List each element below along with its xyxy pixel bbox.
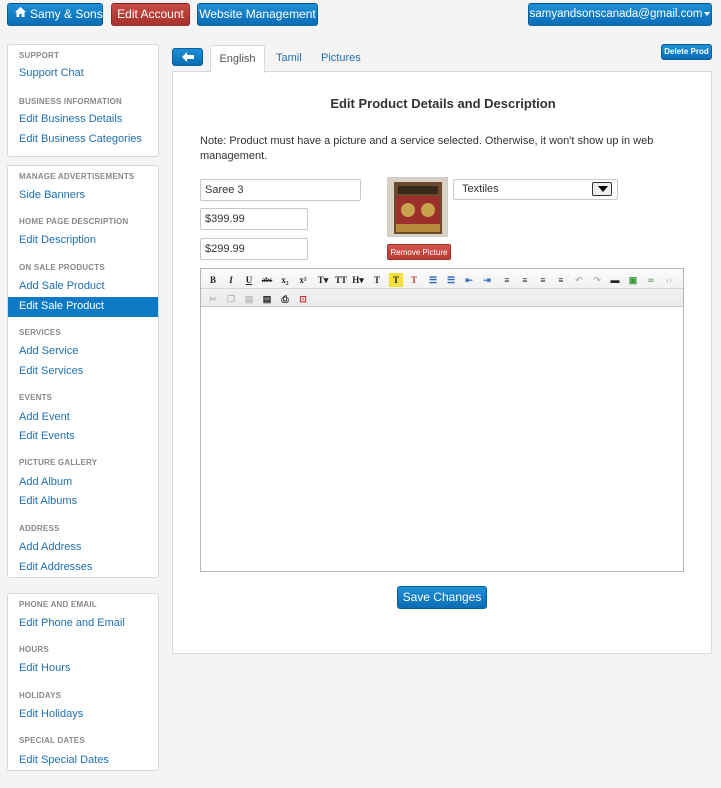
highlight-icon[interactable]: T bbox=[389, 273, 403, 287]
sidebar-item-edit-phone-and-email[interactable]: Edit Phone and Email bbox=[19, 617, 125, 629]
sidebar-item-add-event[interactable]: Add Event bbox=[19, 411, 70, 423]
home-icon bbox=[15, 3, 26, 24]
account-email: samyandsonscanada@gmail.com bbox=[529, 8, 703, 20]
website-management-button[interactable]: Website Management bbox=[197, 3, 318, 26]
source-code-icon[interactable]: ‹› bbox=[662, 273, 676, 287]
align-center-icon[interactable]: ≡ bbox=[518, 273, 532, 287]
strikethrough-icon[interactable]: abc bbox=[260, 273, 274, 287]
italic-icon[interactable]: I bbox=[224, 273, 238, 287]
sidebar-item-edit-addresses[interactable]: Edit Addresses bbox=[19, 561, 92, 573]
product-name-field[interactable] bbox=[200, 179, 361, 201]
sidebar-heading-special-dates: SPECIAL DATES bbox=[19, 736, 85, 745]
sidebar-heading-on-sale-products: ON SALE PRODUCTS bbox=[19, 263, 105, 272]
toolbar-divider bbox=[201, 288, 683, 289]
sidebar-heading-support: SUPPORT bbox=[19, 51, 60, 60]
back-button[interactable] bbox=[172, 48, 203, 66]
tab-pictures[interactable]: Pictures bbox=[311, 45, 371, 72]
sidebar-item-edit-hours[interactable]: Edit Hours bbox=[19, 662, 70, 674]
edit-product-panel: Edit Product Details and Description Not… bbox=[172, 71, 712, 654]
sidebar-item-add-address[interactable]: Add Address bbox=[19, 541, 81, 553]
sidebar-item-edit-albums[interactable]: Edit Albums bbox=[19, 495, 77, 507]
account-menu-button[interactable]: samyandsonscanada@gmail.com bbox=[528, 3, 712, 26]
code-view-icon[interactable]: ⊡ bbox=[296, 292, 310, 306]
align-right-icon[interactable]: ≡ bbox=[536, 273, 550, 287]
save-changes-button[interactable]: Save Changes bbox=[397, 586, 487, 609]
tab-english[interactable]: English bbox=[210, 45, 265, 73]
sidebar-item-edit-special-dates[interactable]: Edit Special Dates bbox=[19, 754, 109, 766]
sidebar-item-edit-events[interactable]: Edit Events bbox=[19, 430, 75, 442]
align-justify-icon[interactable]: ≡ bbox=[554, 273, 568, 287]
subscript-icon[interactable]: x₂ bbox=[278, 273, 292, 287]
sidebar-heading-hours: HOURS bbox=[19, 645, 49, 654]
brand-home-button[interactable]: Samy & Sons bbox=[7, 3, 103, 26]
delete-product-button[interactable]: Delete Prod bbox=[661, 44, 712, 60]
dropdown-arrow-icon bbox=[592, 182, 612, 196]
text-color-icon[interactable]: T bbox=[370, 273, 384, 287]
numbered-list-icon[interactable]: ☰ bbox=[444, 273, 458, 287]
sidebar-panel-contact: PHONE AND EMAIL Edit Phone and Email HOU… bbox=[7, 593, 159, 771]
sidebar-item-edit-holidays[interactable]: Edit Holidays bbox=[19, 708, 83, 720]
redo-icon[interactable]: ↷ bbox=[590, 273, 604, 287]
sidebar-heading-manage-advertisements: MANAGE ADVERTISEMENTS bbox=[19, 172, 135, 181]
sidebar-item-add-service[interactable]: Add Service bbox=[19, 345, 78, 357]
sidebar-heading-picture-gallery: PICTURE GALLERY bbox=[19, 458, 98, 467]
tab-tamil[interactable]: Tamil bbox=[266, 45, 312, 72]
horizontal-rule-icon[interactable]: ▬ bbox=[608, 273, 622, 287]
sidebar-heading-holidays: HOLIDAYS bbox=[19, 691, 62, 700]
heading-icon[interactable]: H▾ bbox=[351, 273, 365, 287]
bold-icon[interactable]: B bbox=[206, 273, 220, 287]
sidebar-item-edit-sale-product[interactable]: Edit Sale Product bbox=[8, 297, 158, 317]
sidebar-item-edit-description[interactable]: Edit Description bbox=[19, 234, 96, 246]
sidebar-heading-address: ADDRESS bbox=[19, 524, 60, 533]
sidebar-item-side-banners[interactable]: Side Banners bbox=[19, 189, 85, 201]
editor-toolbar: B I U abc x₂ x² T▾ TT H▾ T T T ☰ ☰ ⇤ ⇥ ≡… bbox=[201, 269, 683, 307]
service-select-value: Textiles bbox=[462, 183, 499, 195]
remove-picture-button[interactable]: Remove Picture bbox=[387, 244, 451, 260]
form-note: Note: Product must have a picture and a … bbox=[200, 135, 654, 162]
arrow-left-icon bbox=[182, 52, 194, 62]
sidebar-item-add-sale-product[interactable]: Add Sale Product bbox=[19, 280, 105, 292]
underline-icon[interactable]: U bbox=[242, 273, 256, 287]
sidebar-heading-phone-and-email: PHONE AND EMAIL bbox=[19, 600, 97, 609]
superscript-icon[interactable]: x² bbox=[296, 273, 310, 287]
description-editor: B I U abc x₂ x² T▾ TT H▾ T T T ☰ ☰ ⇤ ⇥ ≡… bbox=[200, 268, 684, 572]
print-icon[interactable]: ⎙ bbox=[278, 292, 292, 306]
paste-word-icon[interactable]: ▤ bbox=[260, 292, 274, 306]
link-icon[interactable]: ∞ bbox=[644, 273, 658, 287]
chevron-down-icon bbox=[704, 11, 711, 16]
sidebar-heading-services: SERVICES bbox=[19, 328, 61, 337]
copy-icon[interactable]: ❐ bbox=[224, 292, 238, 306]
page-title: Edit Product Details and Description bbox=[330, 96, 556, 111]
sidebar-item-edit-business-categories[interactable]: Edit Business Categories bbox=[19, 133, 142, 145]
cut-icon[interactable]: ✂ bbox=[206, 292, 220, 306]
outdent-icon[interactable]: ⇤ bbox=[462, 273, 476, 287]
product-thumbnail bbox=[387, 177, 448, 237]
sidebar-item-edit-services[interactable]: Edit Services bbox=[19, 365, 83, 377]
edit-account-button[interactable]: Edit Account bbox=[111, 3, 190, 26]
align-left-icon[interactable]: ≡ bbox=[500, 273, 514, 287]
sidebar-heading-home-page-description: HOME PAGE DESCRIPTION bbox=[19, 217, 129, 226]
price-field[interactable] bbox=[200, 208, 308, 230]
indent-icon[interactable]: ⇥ bbox=[480, 273, 494, 287]
undo-icon[interactable]: ↶ bbox=[572, 273, 586, 287]
sidebar-panel-content: MANAGE ADVERTISEMENTS Side Banners HOME … bbox=[7, 165, 159, 578]
editor-content-area[interactable] bbox=[201, 308, 683, 571]
image-icon[interactable]: ▣ bbox=[626, 273, 640, 287]
sidebar-panel-support: SUPPORT Support Chat BUSINESS INFORMATIO… bbox=[7, 44, 159, 157]
font-family-icon[interactable]: T▾ bbox=[316, 273, 330, 287]
sidebar-heading-events: EVENTS bbox=[19, 393, 53, 402]
paste-icon[interactable]: ▤ bbox=[242, 292, 256, 306]
font-size-icon[interactable]: TT bbox=[334, 273, 348, 287]
sidebar-item-support-chat[interactable]: Support Chat bbox=[19, 67, 84, 79]
sidebar-heading-business-information: BUSINESS INFORMATION bbox=[19, 97, 122, 106]
brand-label: Samy & Sons bbox=[30, 7, 103, 21]
sale-price-field[interactable] bbox=[200, 238, 308, 260]
sidebar-item-add-album[interactable]: Add Album bbox=[19, 476, 72, 488]
bullet-list-icon[interactable]: ☰ bbox=[426, 273, 440, 287]
sidebar-item-label: Edit Sale Product bbox=[19, 300, 104, 312]
service-select[interactable]: Textiles bbox=[453, 179, 618, 200]
clear-format-icon[interactable]: T bbox=[407, 273, 421, 287]
sidebar-item-edit-business-details[interactable]: Edit Business Details bbox=[19, 113, 122, 125]
